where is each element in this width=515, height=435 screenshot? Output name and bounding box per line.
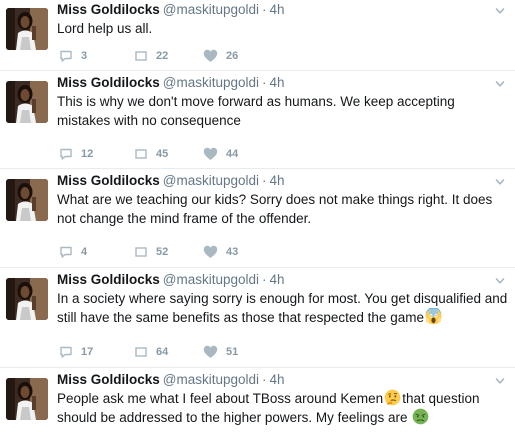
- tweet[interactable]: Miss Goldilocks @maskitupgoldi · 4h What ar…: [0, 169, 515, 268]
- tweet-header: Miss Goldilocks @maskitupgoldi · 4h: [57, 172, 285, 190]
- author-handle[interactable]: @maskitupgoldi: [163, 2, 259, 17]
- like-button[interactable]: 44: [203, 146, 238, 162]
- tweet-feed: Miss Goldilocks @maskitupgoldi · 4h Lord he…: [0, 0, 515, 435]
- separator-dot: ·: [262, 2, 267, 17]
- author-name[interactable]: Miss Goldilocks: [57, 372, 160, 387]
- separator-dot: ·: [262, 372, 267, 387]
- author-name[interactable]: Miss Goldilocks: [57, 75, 160, 90]
- author-name[interactable]: Miss Goldilocks: [57, 2, 160, 17]
- separator-dot: ·: [262, 272, 267, 287]
- reply-count: 12: [81, 148, 94, 160]
- chevron-down-icon[interactable]: [495, 6, 505, 16]
- tweet-text: Lord help us all.: [57, 21, 153, 36]
- like-count: 44: [226, 148, 239, 160]
- avatar-image: [6, 179, 48, 221]
- thinking-face-icon: [384, 389, 401, 406]
- heart-icon: [203, 147, 218, 161]
- separator-dot: ·: [262, 75, 267, 90]
- tweet-header: Miss Goldilocks @maskitupgoldi · 4h: [57, 271, 285, 289]
- reply-icon: [59, 147, 73, 161]
- like-button[interactable]: 43: [203, 244, 238, 260]
- retweet-icon: [134, 345, 148, 359]
- retweet-button[interactable]: 52: [134, 244, 168, 260]
- tweet-timestamp[interactable]: 4h: [270, 173, 285, 188]
- avatar-image: [6, 8, 48, 50]
- avatar[interactable]: [6, 81, 48, 123]
- reply-count: 3: [81, 50, 88, 62]
- author-handle[interactable]: @maskitupgoldi: [163, 173, 259, 188]
- reply-icon: [59, 49, 73, 63]
- reply-icon: [59, 245, 73, 259]
- tweet[interactable]: Miss Goldilocks @maskitupgoldi · 4h People …: [0, 368, 515, 435]
- avatar-image: [6, 81, 48, 123]
- chevron-down-icon[interactable]: [495, 376, 505, 386]
- retweet-count: 22: [156, 50, 169, 62]
- tweet-text: This is why we don't move forward as hum…: [57, 94, 455, 128]
- face-screaming-in-fear-icon: [425, 308, 442, 325]
- author-handle[interactable]: @maskitupgoldi: [163, 75, 259, 90]
- reply-button[interactable]: 4: [59, 244, 87, 260]
- tweet[interactable]: Miss Goldilocks @maskitupgoldi · 4h Lord he…: [0, 0, 515, 71]
- retweet-count: 45: [156, 148, 169, 160]
- avatar-image: [6, 278, 48, 320]
- tweet-timestamp[interactable]: 4h: [270, 2, 285, 17]
- reply-button[interactable]: 12: [59, 146, 93, 162]
- tweet-header: Miss Goldilocks @maskitupgoldi · 4h: [57, 74, 285, 92]
- nauseated-face-icon: [412, 408, 429, 425]
- reply-button[interactable]: 3: [59, 48, 87, 64]
- tweet-timestamp[interactable]: 4h: [270, 372, 285, 387]
- avatar[interactable]: [6, 278, 48, 320]
- tweet[interactable]: Miss Goldilocks @maskitupgoldi · 4h In a so…: [0, 268, 515, 368]
- heart-icon: [203, 245, 218, 259]
- tweet[interactable]: Miss Goldilocks @maskitupgoldi · 4h This is…: [0, 71, 515, 169]
- reply-count: 4: [81, 246, 88, 258]
- tweet-text: People ask me what I feel about TBoss ar…: [57, 389, 509, 427]
- tweet-text: What are we teaching our kids? Sorry doe…: [57, 192, 493, 226]
- avatar[interactable]: [6, 179, 48, 221]
- retweet-button[interactable]: 22: [134, 48, 168, 64]
- tweet-header: Miss Goldilocks @maskitupgoldi · 4h: [57, 371, 285, 389]
- chevron-down-icon[interactable]: [495, 276, 505, 286]
- retweet-icon: [134, 245, 148, 259]
- like-button[interactable]: 26: [203, 48, 238, 64]
- retweet-icon: [134, 49, 148, 63]
- avatar-image: [6, 378, 48, 420]
- author-handle[interactable]: @maskitupgoldi: [163, 372, 259, 387]
- tweet-timestamp[interactable]: 4h: [270, 272, 285, 287]
- author-name[interactable]: Miss Goldilocks: [57, 173, 160, 188]
- separator-dot: ·: [262, 173, 267, 188]
- retweet-count: 52: [156, 246, 169, 258]
- heart-icon: [203, 49, 218, 63]
- retweet-button[interactable]: 64: [134, 344, 168, 360]
- reply-button[interactable]: 17: [59, 344, 93, 360]
- reply-count: 17: [81, 346, 94, 358]
- reply-icon: [59, 345, 73, 359]
- like-count: 26: [226, 50, 239, 62]
- avatar[interactable]: [6, 8, 48, 50]
- like-count: 43: [226, 246, 239, 258]
- tweet-header: Miss Goldilocks @maskitupgoldi · 4h: [57, 1, 285, 19]
- author-name[interactable]: Miss Goldilocks: [57, 272, 160, 287]
- avatar[interactable]: [6, 378, 48, 420]
- retweet-button[interactable]: 45: [134, 146, 168, 162]
- tweet-timestamp[interactable]: 4h: [270, 75, 285, 90]
- retweet-count: 64: [156, 346, 169, 358]
- author-handle[interactable]: @maskitupgoldi: [163, 272, 259, 287]
- heart-icon: [203, 345, 218, 359]
- like-button[interactable]: 51: [203, 344, 238, 360]
- tweet-text-part-a: People ask me what I feel about TBoss ar…: [57, 391, 384, 406]
- like-count: 51: [226, 346, 239, 358]
- chevron-down-icon[interactable]: [495, 79, 505, 89]
- retweet-icon: [134, 147, 148, 161]
- tweet-text: In a society where saying sorry is enoug…: [57, 289, 509, 327]
- chevron-down-icon[interactable]: [495, 177, 505, 187]
